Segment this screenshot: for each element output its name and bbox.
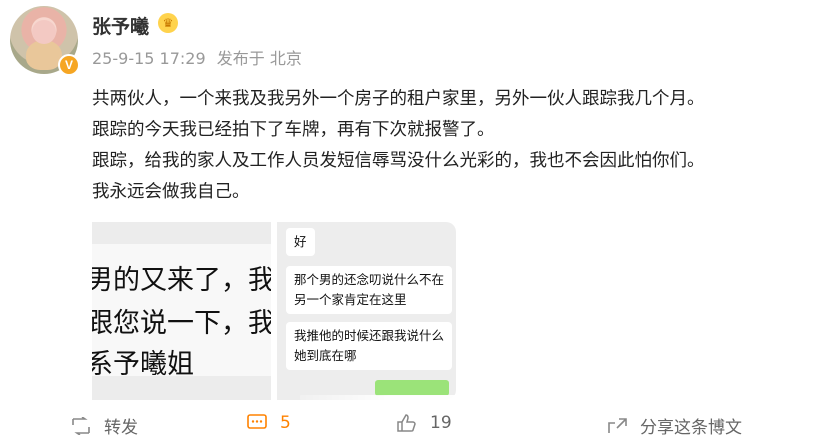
like-count: 19 (430, 413, 452, 433)
post-image-1[interactable]: 男的又来了，我 跟您说一下，我 系予曦姐 (92, 222, 271, 400)
post-line: 跟踪的今天我已经拍下了车牌，再有下次就报警了。 (92, 120, 495, 140)
comment-button[interactable]: 5 (246, 413, 291, 433)
image-text-line: 男的又来了，我 (92, 265, 271, 296)
user-name[interactable]: 张予曦 (92, 12, 149, 39)
post-line: 我永远会做我自己。 (92, 182, 250, 202)
chat-bubble: 好 (286, 228, 315, 256)
chat-bubble-self (375, 380, 449, 396)
avatar-bird-body (26, 40, 62, 70)
image-text-line: 系予曦姐 (92, 349, 194, 380)
repost-button[interactable]: 转发 (70, 413, 138, 438)
post-line: 共两伙人，一个来我及我另外一个房子的租户家里，另外一伙人跟踪我几个月。 (92, 89, 705, 109)
chat-bubble: 我推他的时候还跟我说什么 她到底在哪 (286, 322, 453, 370)
share-icon (608, 417, 627, 433)
crown-icon: ♛ (158, 13, 178, 33)
post-source: 发布于 北京 (216, 49, 302, 68)
repost-label: 转发 (104, 418, 138, 438)
chat-bubble: 那个男的还念叨说什么不在 另一个家肯定在这里 (286, 266, 453, 314)
share-button[interactable]: 分享这条博文 (606, 413, 742, 438)
avatar-bird-head (32, 20, 56, 44)
action-toolbar: 转发 5 19 分享这条博文 (0, 405, 836, 438)
repost-icon (72, 416, 90, 435)
thumbs-up-icon (397, 414, 416, 432)
comment-count: 5 (280, 413, 291, 433)
post-image-2[interactable]: 好 那个男的还念叨说什么不在 另一个家肯定在这里 我推他的时候还跟我说什么 她到… (277, 222, 456, 400)
post-timestamp[interactable]: 25-9-15 17:29 (92, 49, 206, 68)
post-line: 跟踪，给我的家人及工作人员发短信辱骂没什么光彩的，我也不会因此怕你们。 (92, 151, 705, 171)
verified-badge-icon: V (58, 54, 80, 76)
post-text: 共两伙人，一个来我及我另外一个房子的租户家里，另外一伙人跟踪我几个月。 跟踪的今… (92, 84, 812, 208)
image-text-line: 跟您说一下，我 (92, 308, 271, 339)
post-meta: 25-9-15 17:29 发布于 北京 (92, 45, 308, 69)
like-button[interactable]: 19 (396, 413, 452, 433)
comment-icon (247, 414, 267, 429)
share-label: 分享这条博文 (640, 418, 742, 438)
